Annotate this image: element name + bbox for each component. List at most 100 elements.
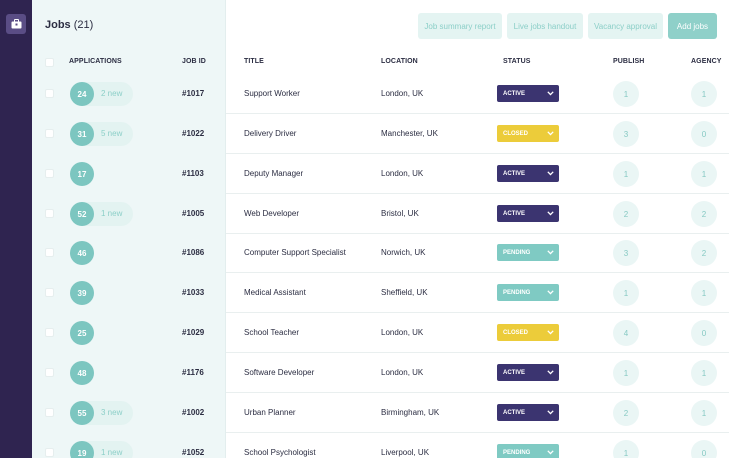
publish-count[interactable]: 3	[613, 240, 639, 266]
publish-count[interactable]: 2	[613, 201, 639, 227]
publish-count[interactable]: 1	[613, 161, 639, 187]
status-dropdown[interactable]: ACTIVE	[497, 165, 559, 182]
job-title[interactable]: Urban Planner	[244, 408, 296, 417]
applications-count-badge[interactable]: 48	[70, 361, 94, 385]
status-dropdown[interactable]: PENDING	[497, 244, 559, 261]
row-checkbox[interactable]	[45, 89, 54, 98]
applications-count-badge[interactable]: 25	[70, 321, 94, 345]
status-dropdown[interactable]: CLOSED	[497, 125, 559, 142]
job-location: London, UK	[381, 368, 424, 377]
chevron-down-icon	[547, 130, 554, 137]
job-title[interactable]: School Psychologist	[244, 448, 316, 457]
publish-count[interactable]: 3	[613, 121, 639, 147]
status-label: CLOSED	[503, 329, 529, 336]
row-checkbox[interactable]	[45, 448, 54, 457]
chevron-down-icon	[547, 210, 554, 217]
publish-count[interactable]: 1	[613, 360, 639, 386]
jobs-count: (21)	[73, 19, 94, 31]
job-location: London, UK	[381, 328, 424, 337]
job-location: Manchester, UK	[381, 129, 438, 138]
column-header-agency[interactable]: AGENCY	[691, 58, 722, 65]
row-checkbox[interactable]	[45, 288, 54, 297]
row-checkbox[interactable]	[45, 248, 54, 257]
row-checkbox[interactable]	[45, 209, 54, 218]
agency-count[interactable]: 2	[691, 240, 717, 266]
publish-count[interactable]: 2	[613, 400, 639, 426]
status-dropdown[interactable]: PENDING	[497, 284, 559, 301]
status-dropdown[interactable]: ACTIVE	[497, 205, 559, 222]
agency-count[interactable]: 1	[691, 81, 717, 107]
job-summary-report-button[interactable]: Job summary report	[418, 13, 502, 39]
publish-count[interactable]: 1	[613, 81, 639, 107]
agency-count[interactable]: 2	[691, 201, 717, 227]
new-applications-label[interactable]: 1 new	[101, 209, 122, 218]
job-title[interactable]: Deputy Manager	[244, 169, 303, 178]
applications-count-badge[interactable]: 31	[70, 122, 94, 146]
status-dropdown[interactable]: ACTIVE	[497, 404, 559, 421]
page-title-text: Jobs	[45, 19, 71, 31]
status-dropdown[interactable]: CLOSED	[497, 324, 559, 341]
applications-count-badge[interactable]: 46	[70, 241, 94, 265]
vacancy-approval-button[interactable]: Vacancy approval	[588, 13, 663, 39]
chevron-down-icon	[547, 449, 554, 456]
add-jobs-button[interactable]: Add jobs	[668, 13, 717, 39]
publish-count[interactable]: 1	[613, 280, 639, 306]
row-checkbox[interactable]	[45, 408, 54, 417]
agency-count[interactable]: 0	[691, 121, 717, 147]
column-header-publish[interactable]: PUBLISH	[613, 58, 644, 65]
new-applications-label[interactable]: 2 new	[101, 89, 122, 98]
status-label: CLOSED	[503, 130, 529, 137]
job-title[interactable]: Web Developer	[244, 209, 299, 218]
row-checkbox[interactable]	[45, 169, 54, 178]
column-header-applications[interactable]: APPLICATIONS	[69, 58, 122, 65]
status-label: PENDING	[503, 249, 531, 256]
row-checkbox[interactable]	[45, 129, 54, 138]
select-all-checkbox[interactable]	[45, 58, 54, 67]
status-label: ACTIVE	[503, 170, 526, 177]
publish-count[interactable]: 4	[613, 320, 639, 346]
agency-count[interactable]: 1	[691, 360, 717, 386]
new-applications-label[interactable]: 5 new	[101, 129, 122, 138]
status-label: ACTIVE	[503, 90, 526, 97]
column-header-job-id[interactable]: JOB ID	[182, 58, 206, 65]
column-header-location[interactable]: LOCATION	[381, 58, 418, 65]
job-id: #1086	[182, 248, 205, 257]
job-title[interactable]: School Teacher	[244, 328, 299, 337]
chevron-down-icon	[547, 329, 554, 336]
applications-count-badge[interactable]: 24	[70, 82, 94, 106]
job-title[interactable]: Delivery Driver	[244, 129, 296, 138]
job-id: #1052	[182, 448, 205, 457]
column-header-title[interactable]: TITLE	[244, 58, 264, 65]
job-title[interactable]: Medical Assistant	[244, 288, 306, 297]
new-applications-label[interactable]: 3 new	[101, 408, 122, 417]
agency-count[interactable]: 1	[691, 400, 717, 426]
status-label: PENDING	[503, 449, 531, 456]
applications-count-badge[interactable]: 19	[70, 441, 94, 458]
job-location: Norwich, UK	[381, 248, 426, 257]
job-id: #1005	[182, 209, 205, 218]
job-title[interactable]: Software Developer	[244, 368, 314, 377]
status-dropdown[interactable]: ACTIVE	[497, 85, 559, 102]
agency-count[interactable]: 0	[691, 320, 717, 346]
job-title[interactable]: Computer Support Specialist	[244, 248, 346, 257]
applications-count-badge[interactable]: 17	[70, 162, 94, 186]
applications-count-badge[interactable]: 52	[70, 202, 94, 226]
agency-count[interactable]: 1	[691, 161, 717, 187]
chevron-down-icon	[547, 369, 554, 376]
applications-count-badge[interactable]: 55	[70, 401, 94, 425]
status-label: PENDING	[503, 289, 531, 296]
job-id: #1017	[182, 89, 205, 98]
status-dropdown[interactable]: PENDING	[497, 444, 559, 458]
job-id: #1176	[182, 368, 204, 377]
row-checkbox[interactable]	[45, 368, 54, 377]
jobs-nav-button[interactable]	[6, 14, 26, 34]
job-location: Bristol, UK	[381, 209, 419, 218]
job-title[interactable]: Support Worker	[244, 89, 300, 98]
column-header-status[interactable]: STATUS	[503, 58, 531, 65]
status-dropdown[interactable]: ACTIVE	[497, 364, 559, 381]
agency-count[interactable]: 1	[691, 280, 717, 306]
live-jobs-handout-button[interactable]: Live jobs handout	[507, 13, 583, 39]
new-applications-label[interactable]: 1 new	[101, 448, 122, 457]
applications-count-badge[interactable]: 39	[70, 281, 94, 305]
row-checkbox[interactable]	[45, 328, 54, 337]
